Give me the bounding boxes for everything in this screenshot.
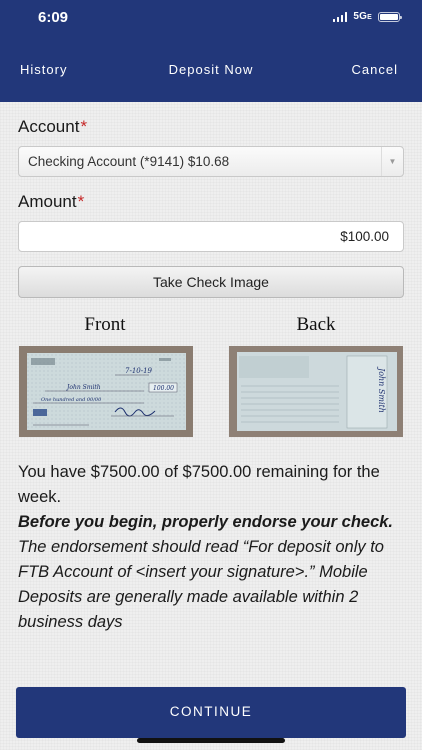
home-indicator (137, 738, 285, 743)
account-select-value: Checking Account (*9141) $10.68 (28, 154, 230, 169)
check-payee: John Smith (65, 384, 101, 391)
endorse-body: The endorsement should read “For deposit… (18, 538, 384, 631)
check-front-image[interactable]: 7-10-19 John Smith 100.00 One hundred an… (19, 346, 193, 437)
check-amount: 100.00 (153, 385, 174, 392)
check-date: 7-10-19 (125, 367, 153, 375)
check-back-photo: John Smith (229, 346, 403, 437)
status-time: 6:09 (38, 9, 69, 26)
chevron-down-icon: ▼ (381, 147, 403, 176)
history-button[interactable]: History (20, 62, 67, 77)
endorse-heading: Before you begin, properly endorse your … (18, 513, 394, 531)
amount-label: Amount* (18, 192, 84, 212)
continue-button[interactable]: CONTINUE (16, 687, 406, 738)
endorsement-instructions: Before you begin, properly endorse your … (18, 510, 410, 635)
back-label: Back (296, 314, 336, 335)
required-marker: * (80, 117, 88, 136)
endorsement-signature: John Smith (377, 366, 386, 413)
take-check-image-button[interactable]: Take Check Image (18, 266, 404, 298)
header-bar: 6:09 5GE History Deposit Now Cancel (0, 0, 422, 102)
account-label: Account* (18, 117, 87, 137)
signal-icon (332, 11, 348, 22)
required-marker: * (77, 192, 85, 211)
status-indicators: 5GE (332, 11, 402, 22)
remaining-limit-text: You have $7500.00 of $7500.00 remaining … (18, 463, 380, 506)
amount-input[interactable]: $100.00 (18, 221, 404, 252)
page-title-text: Deposit Now (168, 62, 254, 77)
deposit-info: You have $7500.00 of $7500.00 remaining … (18, 460, 410, 635)
check-words: One hundred and 00/00 (41, 397, 102, 403)
cancel-button[interactable]: Cancel (352, 62, 398, 77)
amount-label-text: Amount (18, 192, 77, 211)
check-front-photo: 7-10-19 John Smith 100.00 One hundred an… (19, 346, 193, 437)
check-back-image[interactable]: John Smith (229, 346, 403, 437)
battery-icon (378, 11, 402, 22)
front-label: Front (84, 314, 126, 335)
network-type: 5GE (353, 11, 372, 22)
account-label-text: Account (18, 117, 80, 136)
account-select[interactable]: Checking Account (*9141) $10.68 ▼ (18, 146, 404, 177)
